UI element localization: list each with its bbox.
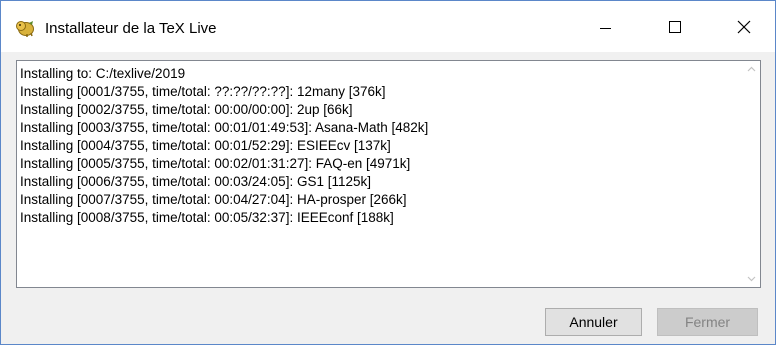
- title-bar[interactable]: Installateur de la TeX Live: [1, 1, 775, 52]
- window-title: Installateur de la TeX Live: [45, 20, 217, 37]
- installer-window: Installateur de la TeX Live Installing t…: [0, 0, 776, 345]
- minimize-icon: [600, 28, 611, 29]
- install-log: Installing to: C:/texlive/2019 Installing…: [20, 65, 740, 227]
- scroll-up-icon[interactable]: [743, 61, 760, 78]
- log-line: Installing [0006/3755, time/total: 00:03…: [20, 174, 371, 189]
- texlive-lion-icon: [15, 19, 35, 37]
- log-line: Installing [0001/3755, time/total: ??:??…: [20, 84, 386, 99]
- minimize-button[interactable]: [579, 1, 637, 52]
- log-line: Installing to: C:/texlive/2019: [20, 66, 186, 81]
- log-line: Installing [0005/3755, time/total: 00:02…: [20, 156, 411, 171]
- close-window-button[interactable]: [715, 1, 773, 52]
- log-line: Installing [0007/3755, time/total: 00:04…: [20, 192, 407, 207]
- maximize-icon: [669, 21, 681, 33]
- close-icon: [737, 20, 751, 34]
- log-vertical-scrollbar[interactable]: [743, 61, 760, 287]
- log-line: Installing [0002/3755, time/total: 00:00…: [20, 102, 353, 117]
- log-line: Installing [0004/3755, time/total: 00:01…: [20, 138, 391, 153]
- cancel-button[interactable]: Annuler: [545, 308, 642, 336]
- scroll-down-icon[interactable]: [743, 270, 760, 287]
- maximize-button[interactable]: [647, 1, 705, 52]
- log-line: Installing [0008/3755, time/total: 00:05…: [20, 210, 394, 225]
- log-line: Installing [0003/3755, time/total: 00:01…: [20, 120, 429, 135]
- install-log-textarea[interactable]: Installing to: C:/texlive/2019 Installing…: [16, 60, 761, 288]
- close-dialog-button[interactable]: Fermer: [657, 308, 758, 336]
